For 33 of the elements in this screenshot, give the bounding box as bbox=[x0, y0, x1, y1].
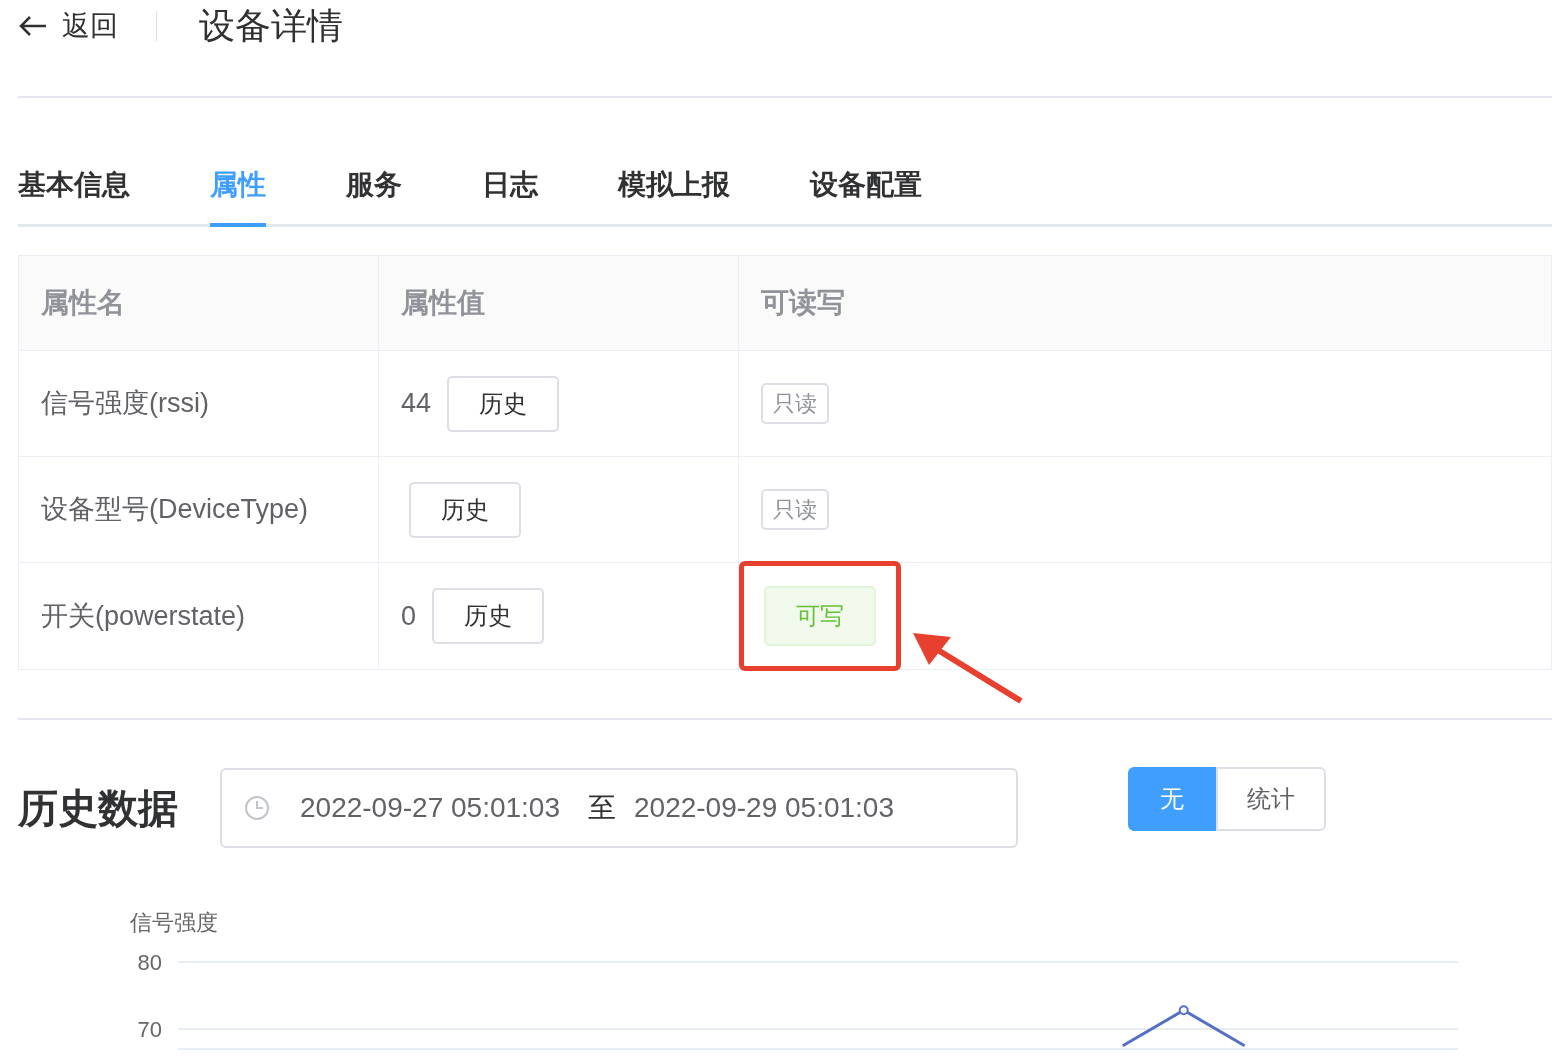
property-name: 信号强度(rssi) bbox=[41, 387, 209, 421]
date-range-field[interactable]: 2022-09-27 05:01:03 至 2022-09-29 05:01:03 bbox=[220, 768, 1018, 848]
property-name: 开关(powerstate) bbox=[41, 599, 246, 633]
range-separator: 至 bbox=[588, 791, 616, 825]
y-tick-label: 80 bbox=[137, 950, 162, 975]
y-tick-label: 70 bbox=[137, 1017, 162, 1042]
access-tag: 只读 bbox=[761, 489, 829, 530]
section-title: 历史数据 bbox=[18, 785, 179, 832]
mode-toggle[interactable]: 统计 bbox=[1216, 767, 1326, 831]
column-header: 属性值 bbox=[401, 286, 485, 320]
property-value: 44 bbox=[401, 387, 432, 421]
history-button[interactable]: 历史 bbox=[409, 481, 521, 538]
property-name: 设备型号(DeviceType) bbox=[41, 493, 309, 527]
access-tag: 只读 bbox=[761, 383, 829, 424]
page-title: 设备详情 bbox=[199, 4, 343, 48]
tab[interactable]: 基本信息 bbox=[18, 164, 130, 227]
back-arrow-icon bbox=[18, 15, 48, 37]
clock-icon bbox=[244, 795, 270, 821]
column-header: 可读写 bbox=[761, 286, 845, 320]
start-date: 2022-09-27 05:01:03 bbox=[300, 791, 560, 825]
end-date: 2022-09-29 05:01:03 bbox=[634, 791, 894, 825]
history-button[interactable]: 历史 bbox=[447, 375, 560, 432]
history-button[interactable]: 历史 bbox=[432, 588, 545, 644]
back-button[interactable]: 返回 bbox=[18, 11, 157, 41]
column-header: 属性名 bbox=[41, 286, 125, 320]
series-name: 信号强度 bbox=[130, 910, 218, 935]
tab[interactable]: 设备配置 bbox=[810, 164, 922, 227]
tab[interactable]: 模拟上报 bbox=[618, 164, 730, 227]
data-point bbox=[1178, 1005, 1189, 1016]
tab[interactable]: 日志 bbox=[482, 164, 538, 227]
property-value: 0 bbox=[401, 599, 417, 633]
access-tag: 可写 bbox=[764, 586, 876, 646]
tab[interactable]: 服务 bbox=[346, 164, 402, 227]
